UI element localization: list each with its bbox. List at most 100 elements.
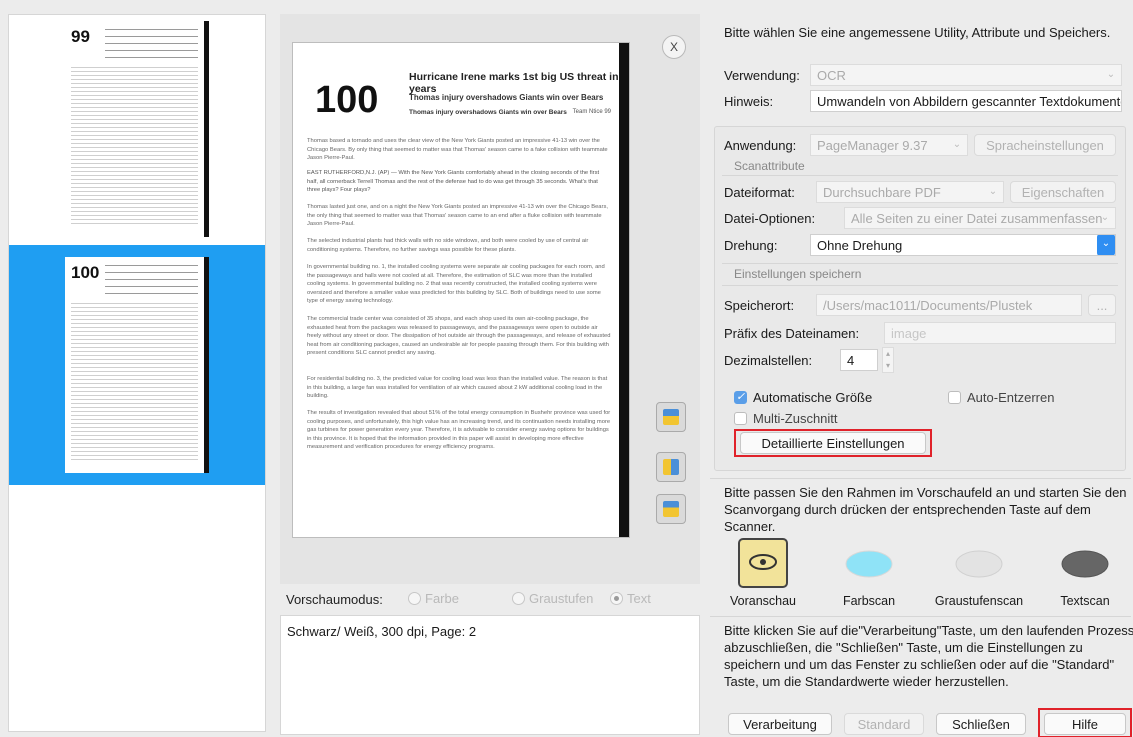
subhead: Thomas injury overshadows Giants win ove… [409, 109, 567, 116]
farbscan-label: Farbscan [842, 594, 896, 608]
verarbeitung-button[interactable]: Verarbeitung [728, 713, 832, 735]
praefix-field[interactable]: image [884, 322, 1116, 344]
thumbnail-page-99[interactable]: 99 [9, 15, 265, 243]
page-number: 100 [315, 79, 379, 121]
voranschau-label: Voranschau [729, 594, 797, 608]
lead-paragraph: Thomas based a tornado and uses the clea… [307, 138, 608, 162]
thumbnail-image: 99 [65, 21, 209, 237]
thumbnail-text [71, 67, 198, 227]
drehung-label: Drehung: [724, 238, 778, 253]
browse-button[interactable]: ... [1088, 294, 1116, 316]
voranschau-button[interactable] [738, 538, 788, 588]
dateiformat-value: Durchsuchbare PDF [823, 185, 941, 200]
chevron-down-icon: ⌄ [988, 186, 998, 197]
save-icon [663, 409, 679, 425]
radio-graustufen[interactable]: Graustufen [512, 591, 593, 606]
multi-zuschnitt-checkbox[interactable]: Multi-Zuschnitt [734, 411, 838, 426]
checkbox-label: Multi-Zuschnitt [753, 411, 838, 426]
dezimalstellen-stepper[interactable]: ▴ ▾ [882, 347, 894, 373]
standard-button[interactable]: Standard [844, 713, 924, 735]
export-image-button[interactable] [656, 494, 686, 524]
anwendung-label: Anwendung: [724, 138, 797, 153]
scan-intro: Bitte passen Sie den Rahmen im Vorschauf… [724, 485, 1127, 534]
verwendung-value: OCR [817, 68, 846, 83]
spracheinstellungen-button[interactable]: Spracheinstellungen [974, 134, 1116, 156]
hilfe-button[interactable]: Hilfe [1044, 713, 1126, 735]
divider [722, 263, 1118, 264]
preview-page[interactable]: 100 Hurricane Irene marks 1st big US thr… [292, 42, 630, 538]
divider [710, 616, 1131, 617]
praefix-placeholder: image [891, 326, 927, 341]
graustufenscan-label: Graustufenscan [934, 594, 1024, 608]
hinweis-field[interactable]: Umwandeln von Abbildern gescannter Textd… [810, 90, 1122, 112]
page-edge [619, 43, 629, 537]
radio-icon [512, 592, 525, 605]
radio-icon [408, 592, 421, 605]
schliessen-button[interactable]: Schließen [936, 713, 1026, 735]
dateiformat-label: Dateiformat: [724, 185, 795, 200]
paragraph: The selected industrial plants had thick… [307, 238, 589, 253]
radio-text[interactable]: Text [610, 591, 651, 606]
paragraph: The commercial trade center was consiste… [307, 316, 611, 357]
paragraph: EAST RUTHERFORD,N.J. (AP) — With the New… [307, 170, 600, 194]
radio-label: Graustufen [529, 591, 594, 606]
chevron-down-icon: ⌄ [1097, 235, 1115, 255]
checkbox-icon [734, 412, 747, 425]
verwendung-label: Verwendung: [724, 68, 800, 83]
speicherort-field[interactable]: /Users/mac1011/Documents/Plustek [816, 294, 1082, 316]
textscan-label: Textscan [1060, 594, 1110, 608]
subhead: Thomas injury overshadows Giants win ove… [409, 93, 604, 102]
chevron-down-icon: ⌄ [952, 139, 962, 150]
hinweis-label: Hinweis: [724, 94, 774, 109]
scanattribute-header: Scanattribute [734, 159, 805, 173]
close-preview-button[interactable]: X [662, 35, 686, 59]
verwendung-select[interactable]: OCR ⌄ [810, 64, 1122, 86]
divider [710, 478, 1131, 479]
anwendung-select[interactable]: PageManager 9.37 ⌄ [810, 134, 968, 156]
datei-optionen-label: Datei-Optionen: [724, 211, 816, 226]
anwendung-value: PageManager 9.37 [817, 138, 928, 153]
praefix-label: Präfix des Dateinamen: [724, 326, 860, 341]
farbscan-button[interactable] [844, 538, 894, 588]
checkbox-icon [948, 391, 961, 404]
textscan-button[interactable] [1060, 538, 1110, 588]
eigenschaften-button[interactable]: Eigenschaften [1010, 181, 1116, 203]
detaillierte-einstellungen-button[interactable]: Detaillierte Einstellungen [740, 432, 926, 454]
thumbnail-headlines [105, 265, 198, 295]
headline: Hurricane Irene marks 1st big US threat … [409, 71, 619, 95]
datei-optionen-value: Alle Seiten zu einer Datei zusammenfasse… [851, 211, 1103, 226]
dateiformat-select[interactable]: Durchsuchbare PDF ⌄ [816, 181, 1004, 203]
thumbnail-page-100-selected[interactable]: 100 [9, 245, 265, 485]
text-scan-icon [1061, 550, 1109, 578]
chevron-down-icon: ⌄ [1106, 69, 1116, 80]
color-scan-icon [845, 550, 893, 578]
preview-mode-row: Vorschaumodus: Farbe Graustufen Text [280, 585, 700, 613]
save-image-button[interactable] [656, 402, 686, 432]
drehung-value: Ohne Drehung [817, 238, 903, 253]
speicherort-label: Speicherort: [724, 298, 795, 313]
divider [722, 175, 1118, 176]
thumbnail-number: 99 [71, 27, 90, 46]
thumbnail-text [71, 303, 198, 463]
checkbox-checked-icon [734, 390, 747, 404]
paragraph: In governmental building no. 1, the inst… [307, 264, 605, 305]
einstellungen-speichern-header: Einstellungen speichern [734, 267, 862, 281]
rotate-image-button[interactable] [656, 452, 686, 482]
gray-scan-icon [955, 550, 1003, 578]
drehung-select[interactable]: Ohne Drehung ⌄ [810, 234, 1116, 256]
thumbnail-list[interactable]: 99 100 [8, 14, 266, 732]
datei-optionen-select[interactable]: Alle Seiten zu einer Datei zusammenfasse… [844, 207, 1116, 229]
scan-buttons-row: Voranschau Farbscan Graustufenscan Texts… [710, 538, 1131, 614]
paragraph: Thomas lasted just one, and on a night t… [307, 204, 608, 228]
graustufenscan-button[interactable] [954, 538, 1004, 588]
thumbnail-headlines [105, 29, 198, 59]
divider [722, 285, 1118, 286]
settings-intro: Bitte wählen Sie eine angemessene Utilit… [724, 25, 1111, 40]
dezimalstellen-field[interactable]: 4 [840, 349, 878, 371]
radio-farbe[interactable]: Farbe [408, 591, 459, 606]
dezimalstellen-label: Dezimalstellen: [724, 353, 813, 368]
checkbox-label: Auto-Entzerren [967, 390, 1055, 405]
automatische-groesse-checkbox[interactable]: Automatische Größe [734, 390, 872, 405]
auto-entzerren-checkbox[interactable]: Auto-Entzerren [948, 390, 1054, 405]
chevron-down-icon: ⌄ [1100, 212, 1110, 223]
